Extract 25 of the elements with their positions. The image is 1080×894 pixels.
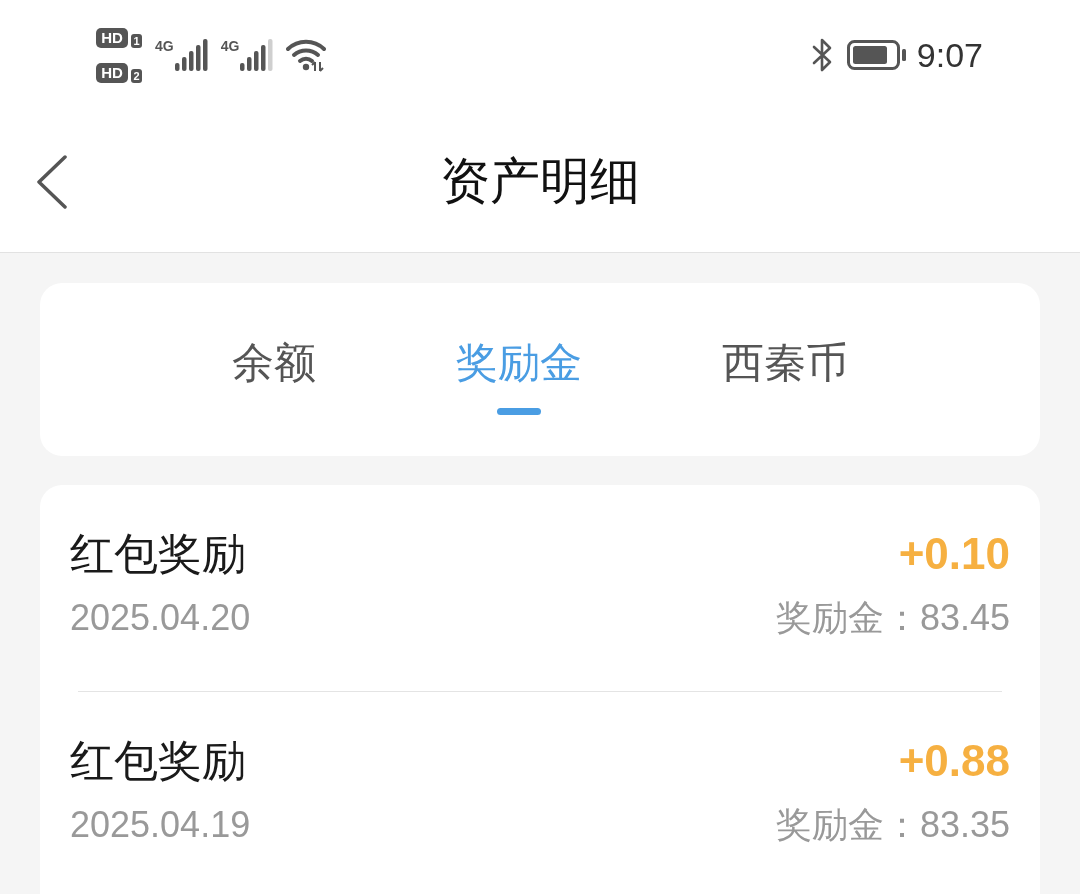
record-date: 2025.04.19 — [70, 805, 251, 845]
record-title: 红包奖励 — [70, 736, 247, 786]
tab[interactable]: 余额 — [232, 338, 316, 388]
signal-icon — [240, 39, 275, 71]
page-title: 资产明细 — [440, 152, 640, 211]
status-time: 9:07 — [916, 35, 983, 75]
record-date: 2025.04.20 — [70, 598, 251, 638]
record-balance: 奖励金：83.35 — [775, 805, 1010, 845]
signal-icon — [174, 39, 209, 71]
record-amount: +0.88 — [898, 736, 1010, 786]
hd-badge: HD — [96, 27, 128, 48]
record-balance: 奖励金：83.45 — [775, 598, 1010, 638]
sim-slot-badge: 1 — [131, 33, 142, 48]
bluetooth-icon — [811, 38, 834, 72]
wifi-icon — [286, 38, 327, 72]
record-title: 红包奖励 — [70, 529, 247, 579]
network-type-label: 4G — [220, 39, 240, 53]
tab[interactable]: 西秦币 — [722, 338, 848, 388]
record-amount: +0.10 — [898, 529, 1010, 579]
network-type-label: 4G — [155, 39, 174, 53]
sim-slot-badge: 2 — [131, 68, 142, 83]
back-icon[interactable] — [36, 155, 68, 209]
hd-badge: HD — [96, 62, 128, 83]
battery-icon — [846, 40, 907, 70]
tab-indicator — [497, 408, 541, 415]
